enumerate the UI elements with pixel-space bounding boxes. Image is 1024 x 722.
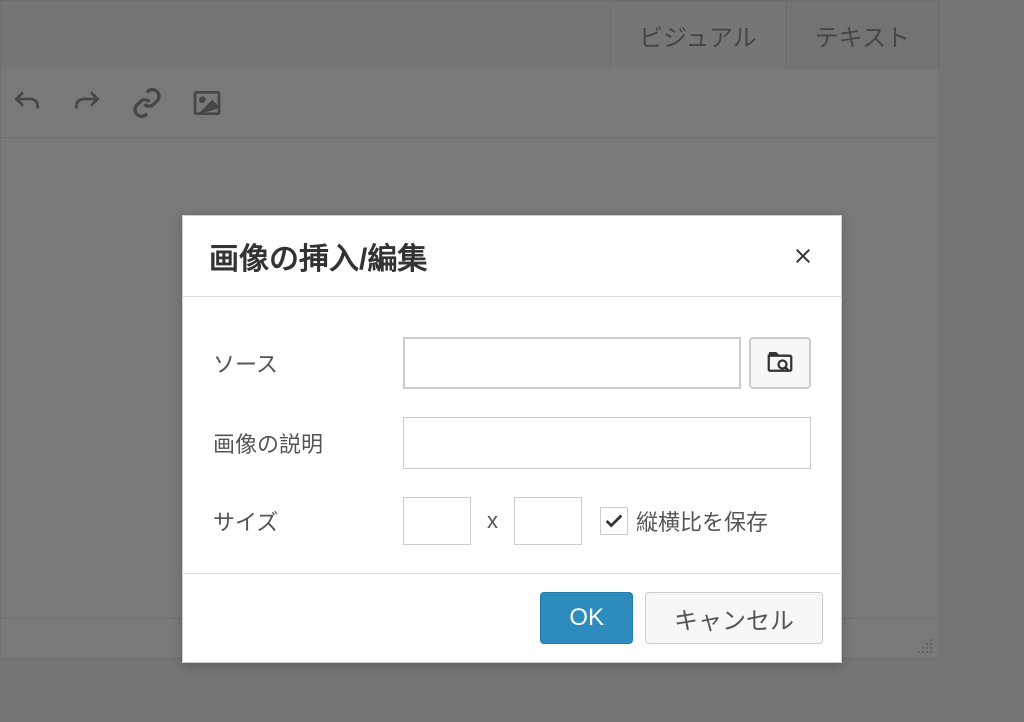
check-icon — [603, 510, 625, 532]
cancel-button[interactable]: キャンセル — [645, 592, 823, 644]
size-row: サイズ x 縦横比を保存 — [213, 497, 811, 545]
size-separator: x — [487, 508, 498, 534]
source-label: ソース — [213, 347, 403, 379]
ok-button[interactable]: OK — [540, 592, 633, 644]
description-label: 画像の説明 — [213, 427, 403, 459]
size-label: サイズ — [213, 505, 403, 537]
source-row: ソース — [213, 337, 811, 389]
description-row: 画像の説明 — [213, 417, 811, 469]
aspect-ratio-label: 縦横比を保存 — [636, 505, 768, 537]
dialog-body: ソース — [183, 297, 841, 573]
dialog-title: 画像の挿入/編集 — [209, 234, 427, 278]
aspect-ratio-checkbox[interactable] — [600, 507, 628, 535]
dialog-header: 画像の挿入/編集 — [183, 216, 841, 297]
description-input[interactable] — [403, 417, 811, 469]
close-icon[interactable] — [791, 244, 815, 268]
image-insert-dialog: 画像の挿入/編集 ソース — [182, 215, 842, 663]
aspect-ratio-control: 縦横比を保存 — [600, 505, 768, 537]
browse-button[interactable] — [749, 337, 811, 389]
width-input[interactable] — [403, 497, 471, 545]
source-input[interactable] — [403, 337, 741, 389]
modal-overlay: 画像の挿入/編集 ソース — [0, 0, 1024, 722]
folder-search-icon — [765, 347, 795, 380]
dialog-footer: OK キャンセル — [183, 573, 841, 662]
height-input[interactable] — [514, 497, 582, 545]
